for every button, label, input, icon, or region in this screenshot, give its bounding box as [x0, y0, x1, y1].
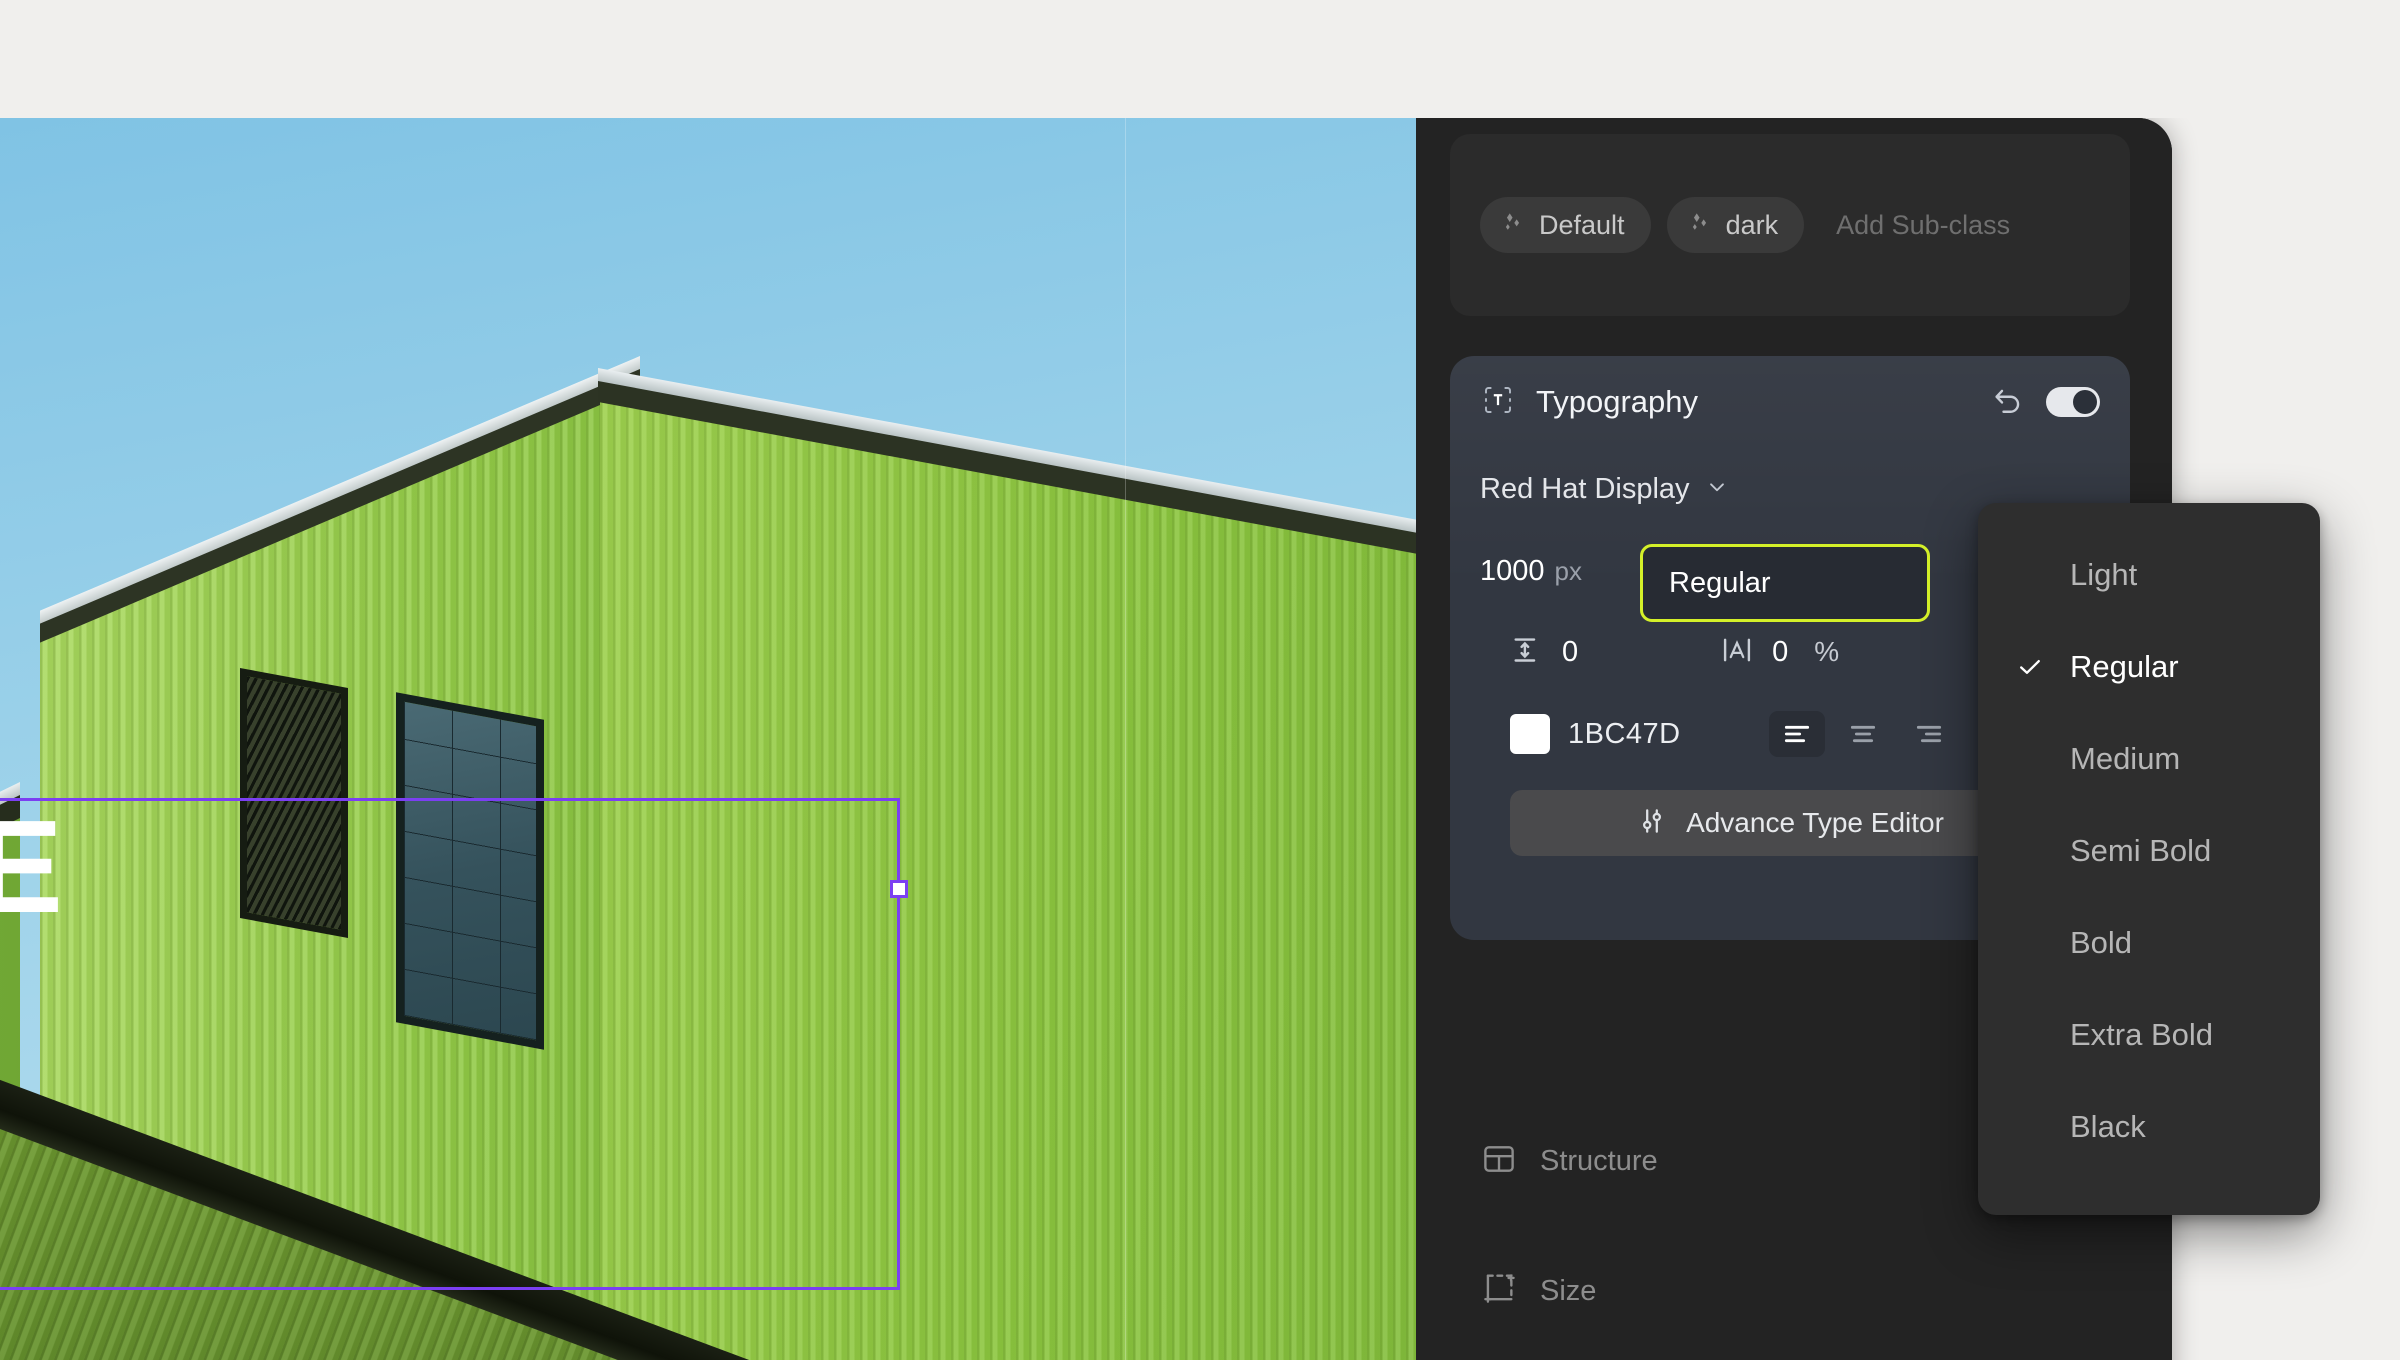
- class-chip-default[interactable]: Default: [1480, 197, 1651, 253]
- letter-spacing-value: 0: [1772, 635, 1789, 668]
- chevron-down-icon: [1704, 474, 1730, 505]
- section-size-label: Size: [1540, 1275, 1597, 1307]
- line-height-value: 0: [1562, 635, 1579, 668]
- sparkle-icon: [1687, 209, 1713, 242]
- letter-spacing-icon: [1720, 633, 1754, 672]
- dropdown-item-bold[interactable]: Bold: [1978, 897, 2320, 989]
- size-icon: [1480, 1270, 1518, 1313]
- artboard: [0, 118, 1416, 1360]
- dropdown-item-semi-bold[interactable]: Semi Bold: [1978, 805, 2320, 897]
- undo-icon[interactable]: [1990, 384, 2026, 420]
- align-left-button[interactable]: [1768, 711, 1825, 757]
- building-wall-right: [600, 390, 1416, 1360]
- section-structure[interactable]: Structure: [1480, 1140, 1658, 1183]
- font-size-value: 1000: [1480, 554, 1545, 587]
- dropdown-item-regular[interactable]: Regular: [1978, 621, 2320, 713]
- font-weight-dropdown[interactable]: Light Regular Medium Semi Bold Bold Extr…: [1978, 503, 2320, 1215]
- check-placeholder: [2016, 929, 2044, 957]
- check-placeholder: [2016, 745, 2044, 773]
- dropdown-item-label: Regular: [2070, 649, 2179, 684]
- dropdown-item-black[interactable]: Black: [1978, 1081, 2320, 1173]
- dropdown-item-label: Light: [2070, 557, 2138, 592]
- sparkle-icon: [1500, 209, 1526, 242]
- font-weight-field[interactable]: Regular: [1640, 544, 1930, 622]
- font-weight-value: Regular: [1669, 566, 1771, 599]
- check-placeholder: [2016, 837, 2044, 865]
- page-background-top: [0, 0, 2400, 118]
- letter-spacing-field[interactable]: 0 %: [1720, 633, 1839, 672]
- add-subclass-button[interactable]: Add Sub-class: [1820, 197, 2026, 253]
- advance-type-editor-label: Advance Type Editor: [1686, 807, 1944, 838]
- typography-enable-toggle[interactable]: [2046, 387, 2100, 417]
- typography-icon: [1480, 382, 1516, 423]
- dropdown-item-label: Black: [2070, 1109, 2146, 1144]
- line-height-icon: [1510, 633, 1544, 672]
- typography-title: Typography: [1536, 384, 1698, 419]
- selection-handle-right[interactable]: [890, 880, 908, 898]
- artboard-guide: [1125, 118, 1126, 1360]
- font-family-value: Red Hat Display: [1480, 472, 1690, 505]
- toggle-knob: [2073, 390, 2097, 414]
- dropdown-item-label: Medium: [2070, 741, 2181, 776]
- section-size[interactable]: Size: [1480, 1270, 1596, 1313]
- align-center-button[interactable]: [1835, 711, 1891, 757]
- typography-header: Typography: [1450, 356, 2130, 448]
- dropdown-item-label: Bold: [2070, 925, 2133, 960]
- class-chip-dark[interactable]: dark: [1666, 197, 1805, 253]
- dropdown-item-medium[interactable]: Medium: [1978, 713, 2320, 805]
- font-size-unit: px: [1554, 555, 1582, 586]
- class-chip-label: dark: [1725, 209, 1779, 240]
- app-window: YOND THE DINARY: [0, 118, 2172, 1360]
- screen: YOND THE DINARY: [0, 0, 2400, 1360]
- structure-icon: [1480, 1140, 1518, 1183]
- color-swatch[interactable]: [1510, 714, 1550, 754]
- dropdown-item-light[interactable]: Light: [1978, 529, 2320, 621]
- check-icon: [2016, 653, 2044, 681]
- letter-spacing-unit: %: [1814, 636, 1840, 667]
- dropdown-item-extra-bold[interactable]: Extra Bold: [1978, 989, 2320, 1081]
- building-window: [396, 692, 544, 1050]
- dropdown-item-label: Extra Bold: [2070, 1017, 2214, 1052]
- class-chip-label: Default: [1539, 209, 1625, 240]
- color-hex-value[interactable]: 1BC47D: [1568, 718, 1681, 751]
- align-right-button[interactable]: [1901, 711, 1957, 757]
- check-placeholder: [2016, 1113, 2044, 1141]
- design-canvas[interactable]: YOND THE DINARY: [0, 118, 1416, 1360]
- line-height-field[interactable]: 0: [1510, 633, 1578, 672]
- sliders-icon: [1636, 805, 1668, 842]
- section-structure-label: Structure: [1540, 1145, 1658, 1177]
- check-placeholder: [2016, 1021, 2044, 1049]
- dropdown-item-label: Semi Bold: [2070, 833, 2212, 868]
- text-align-group: [1768, 711, 1957, 757]
- building-vent: [240, 667, 348, 939]
- class-selector-card: Default dark Add Sub-class: [1450, 134, 2130, 316]
- check-placeholder: [2016, 561, 2044, 589]
